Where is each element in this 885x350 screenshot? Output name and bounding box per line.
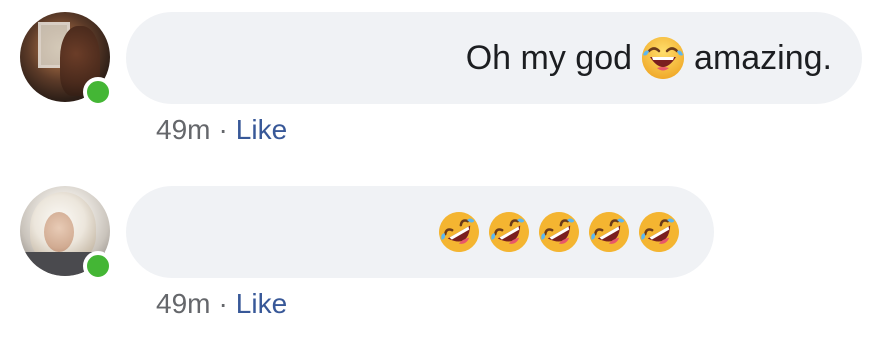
like-button[interactable]: Like — [236, 288, 287, 319]
comment-emoji-row — [434, 209, 684, 255]
comment-meta: 49m · Like — [156, 113, 287, 147]
comment-text-part: amazing. — [694, 39, 832, 77]
avatar-container[interactable] — [20, 12, 113, 107]
online-status-dot — [83, 77, 113, 107]
like-button[interactable]: Like — [236, 114, 287, 145]
rolling-on-the-floor-laughing-icon — [536, 209, 582, 255]
face-with-tears-of-joy-icon — [640, 35, 686, 81]
online-status-dot — [83, 251, 113, 281]
comment-text: Oh my god amazing. — [466, 35, 832, 81]
comment-bubble — [126, 186, 714, 278]
comment-meta: 49m · Like — [156, 287, 287, 321]
avatar-container[interactable] — [20, 186, 113, 281]
rolling-on-the-floor-laughing-icon — [486, 209, 532, 255]
comment-bubble: Oh my god amazing. — [126, 12, 862, 104]
comment-timestamp[interactable]: 49m — [156, 288, 210, 319]
meta-separator: · — [218, 114, 228, 145]
avatar-photo-detail — [44, 212, 74, 252]
rolling-on-the-floor-laughing-icon — [436, 209, 482, 255]
comment-timestamp[interactable]: 49m — [156, 114, 210, 145]
rolling-on-the-floor-laughing-icon — [586, 209, 632, 255]
meta-separator: · — [218, 288, 228, 319]
comment-text-part: Oh my god — [465, 39, 633, 77]
rolling-on-the-floor-laughing-icon — [636, 209, 682, 255]
